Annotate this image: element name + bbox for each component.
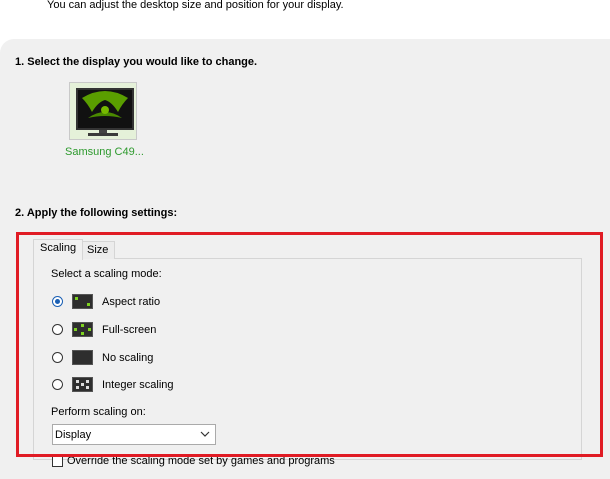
option-integer-scaling[interactable]: Integer scaling — [102, 379, 174, 391]
section-2-title: 2. Apply the following settings: — [15, 207, 178, 219]
perform-scaling-select[interactable]: Display — [52, 424, 216, 445]
nvidia-logo-icon — [78, 90, 132, 128]
radio-integer-scaling[interactable] — [52, 379, 63, 390]
option-no-scaling[interactable]: No scaling — [102, 352, 153, 364]
aspect-ratio-icon — [72, 294, 93, 309]
monitor-base — [88, 133, 118, 136]
integer-scaling-icon — [72, 377, 93, 392]
option-aspect-ratio[interactable]: Aspect ratio — [102, 296, 160, 308]
display-tile[interactable] — [69, 82, 137, 140]
option-full-screen[interactable]: Full-screen — [102, 324, 156, 336]
perform-scaling-label: Perform scaling on: — [51, 406, 146, 418]
no-scaling-icon — [72, 350, 93, 365]
scaling-mode-label: Select a scaling mode: — [51, 268, 162, 280]
section-1-title: 1. Select the display you would like to … — [15, 56, 258, 68]
tab-scaling[interactable]: Scaling — [33, 239, 84, 260]
perform-scaling-value: Display — [55, 429, 92, 441]
chevron-down-icon — [200, 431, 210, 437]
tab-size[interactable]: Size — [80, 241, 116, 259]
full-screen-icon — [72, 322, 93, 337]
display-name-label[interactable]: Samsung C49... — [65, 146, 144, 158]
monitor-icon — [76, 88, 134, 130]
radio-aspect-ratio[interactable] — [52, 296, 63, 307]
intro-text: You can adjust the desktop size and posi… — [47, 0, 344, 11]
override-checkbox[interactable] — [52, 456, 63, 467]
override-label[interactable]: Override the scaling mode set by games a… — [67, 455, 335, 467]
radio-no-scaling[interactable] — [52, 352, 63, 363]
radio-full-screen[interactable] — [52, 324, 63, 335]
